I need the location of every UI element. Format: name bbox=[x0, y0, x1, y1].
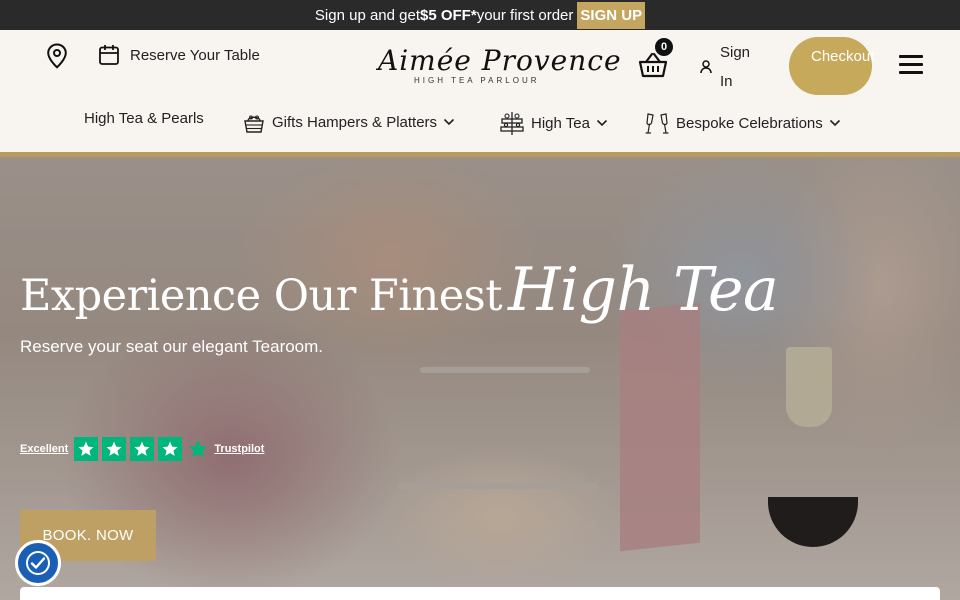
logo-tagline: HIGH TEA PARLOUR bbox=[414, 76, 540, 85]
booking-panel bbox=[20, 587, 940, 600]
checkout-button[interactable]: Checkout bbox=[789, 37, 874, 95]
hamburger-menu-icon[interactable] bbox=[899, 55, 923, 75]
sign-in-link[interactable]: Sign In bbox=[700, 38, 754, 96]
nav-item-high-tea[interactable]: High Tea bbox=[499, 110, 608, 136]
star-icon bbox=[158, 437, 183, 461]
hamper-icon bbox=[244, 115, 264, 133]
announcement-highlight: $5 OFF* bbox=[420, 6, 477, 24]
sign-in-label: Sign In bbox=[720, 44, 751, 90]
basket-icon[interactable] bbox=[638, 52, 668, 80]
reserve-table-label: Reserve Your Table bbox=[130, 46, 260, 64]
rating-label: Excellent bbox=[20, 443, 69, 455]
star-icon bbox=[102, 437, 127, 461]
trustpilot-brand: Trustpilot bbox=[214, 443, 265, 455]
announcement-prefix: Sign up and get bbox=[314, 6, 420, 24]
nav-label: High Tea bbox=[531, 114, 590, 132]
location-pin-icon[interactable] bbox=[46, 43, 68, 69]
user-icon bbox=[700, 60, 712, 74]
hero-title-plain: Experience Our Finest bbox=[20, 271, 503, 321]
signup-button[interactable]: SIGN UP bbox=[577, 1, 646, 29]
star-icon bbox=[130, 437, 155, 461]
trustpilot-widget[interactable]: Excellent Trustpilot bbox=[20, 437, 266, 461]
announcement-suffix: your first order bbox=[476, 6, 574, 24]
nav-label: High Tea & Pearls bbox=[84, 110, 204, 127]
brand-logo[interactable]: Aimée Provence HIGH TEA PARLOUR bbox=[372, 44, 621, 86]
champagne-glasses-icon bbox=[645, 113, 669, 134]
reserve-table-link[interactable]: Reserve Your Table bbox=[98, 44, 260, 66]
main-nav: High Tea & Pearls Gifts Hampers & Platte… bbox=[0, 108, 960, 146]
trustpilot-logo-star-icon bbox=[186, 437, 210, 461]
logo-script: Aimée Provence bbox=[378, 44, 622, 77]
calendar-icon bbox=[99, 45, 119, 65]
chevron-down-icon bbox=[443, 118, 455, 126]
nav-item-bespoke-celebrations[interactable]: Bespoke Celebrations bbox=[644, 110, 841, 136]
tea-stand-icon bbox=[500, 112, 524, 135]
star-icon bbox=[74, 437, 99, 461]
chevron-down-icon bbox=[596, 119, 608, 127]
nav-label: Bespoke Celebrations bbox=[676, 114, 823, 132]
announcement-bar: Sign up and get $5 OFF* your first order… bbox=[0, 0, 960, 30]
nav-label: Gifts Hampers & Platters bbox=[272, 113, 438, 131]
hero-title-italic: High Tea bbox=[508, 255, 779, 325]
hero-banner: Experience Our Finest High Tea Reserve yo… bbox=[0, 157, 960, 600]
nav-item-gifts-hampers[interactable]: Gifts Hampers & Platters bbox=[242, 110, 455, 134]
chevron-down-icon bbox=[829, 119, 840, 127]
hero-title: Experience Our Finest High Tea bbox=[20, 255, 779, 325]
nav-item-high-tea-pearls[interactable]: High Tea & Pearls bbox=[84, 110, 204, 127]
hero-subtitle: Reserve your seat our elegant Tearoom. bbox=[20, 337, 324, 356]
cart-count-badge: 0 bbox=[655, 38, 673, 56]
accessibility-icon[interactable] bbox=[15, 540, 61, 586]
site-header: Reserve Your Table Aimée Provence HIGH T… bbox=[0, 30, 960, 152]
